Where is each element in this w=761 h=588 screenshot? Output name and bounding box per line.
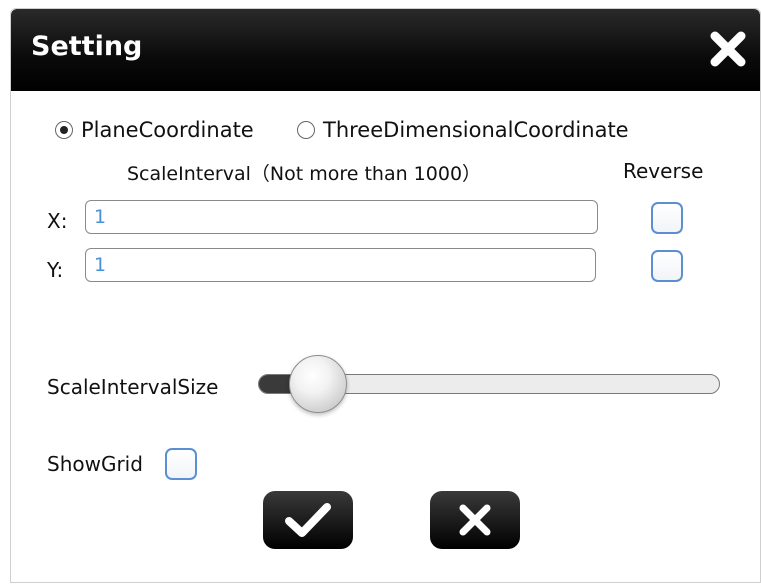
plane-coordinate-label: PlaneCoordinate [81, 118, 254, 142]
coordinate-option-3d[interactable]: ThreeDimensionalCoordinate [297, 117, 629, 142]
dialog-title: Setting [31, 31, 143, 62]
three-dimensional-coordinate-label: ThreeDimensionalCoordinate [323, 118, 629, 142]
scale-interval-size-label: ScaleIntervalSize [47, 375, 219, 399]
close-button[interactable] [706, 27, 750, 71]
y-label: Y: [47, 258, 64, 282]
settings-dialog: Setting PlaneCoordinate ThreeDimensional… [10, 8, 761, 583]
x-scale-interval-input[interactable] [85, 200, 598, 234]
title-bar: Setting [11, 9, 760, 91]
scale-interval-header: ScaleInterval（Not more than 1000） [127, 163, 482, 185]
show-grid-label: ShowGrid [47, 452, 143, 476]
x-label: X: [47, 209, 68, 233]
close-x-icon [459, 504, 491, 536]
plane-coordinate-radio[interactable] [55, 121, 73, 139]
cancel-button[interactable] [430, 491, 520, 549]
three-dimensional-coordinate-radio[interactable] [297, 121, 315, 139]
coordinate-option-plane[interactable]: PlaneCoordinate [55, 117, 254, 142]
close-x-icon [710, 31, 746, 67]
checkmark-icon [285, 503, 331, 537]
show-grid-checkbox[interactable] [165, 448, 197, 480]
x-reverse-checkbox[interactable] [651, 202, 683, 234]
scale-interval-size-slider-thumb[interactable] [289, 355, 348, 413]
y-reverse-checkbox[interactable] [651, 250, 683, 282]
confirm-button[interactable] [263, 491, 353, 549]
reverse-header: Reverse [623, 159, 704, 183]
y-scale-interval-input[interactable] [85, 248, 596, 282]
